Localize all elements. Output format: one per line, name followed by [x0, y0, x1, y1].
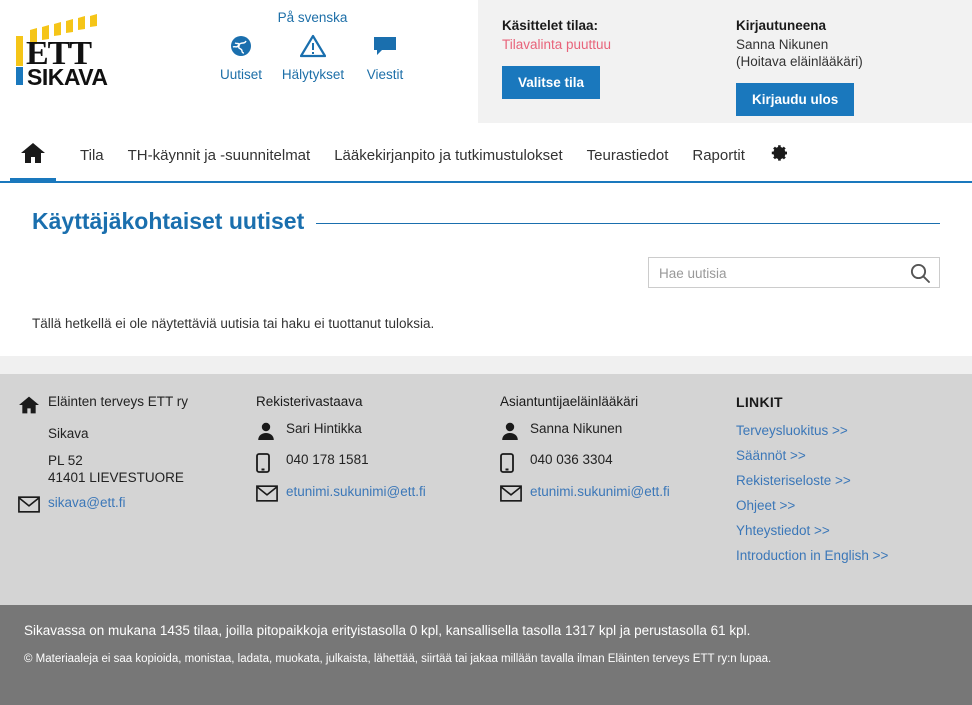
- footer-specialist-phone: 040 036 3304: [530, 452, 613, 467]
- select-farm-button[interactable]: Valitse tila: [502, 66, 601, 99]
- session-info-panel: Käsittelet tilaa: Tilavalinta puuttuu Va…: [478, 0, 972, 123]
- nav-item-settings[interactable]: [757, 143, 801, 168]
- search-input[interactable]: [649, 258, 906, 289]
- footer-column-links: LINKIT Terveysluokitus >> Säännöt >> Rek…: [736, 394, 966, 573]
- logged-in-user-name: Sanna Nikunen: [736, 37, 829, 52]
- header-link-label: Uutiset: [219, 67, 263, 82]
- footer-address-line1: PL 52: [48, 453, 83, 468]
- search-icon[interactable]: [909, 262, 931, 284]
- language-switch-link[interactable]: På svenska: [205, 10, 420, 25]
- nav-item-th-kaynnit[interactable]: TH-käynnit ja -suunnitelmat: [116, 147, 323, 164]
- footer-links-list: Terveysluokitus >> Säännöt >> Rekisteris…: [736, 423, 966, 563]
- footer-link-introduction-english[interactable]: Introduction in English >>: [736, 548, 966, 563]
- warning-triangle-icon: [277, 31, 349, 61]
- home-icon: [18, 394, 48, 415]
- footer-registrar-phone-row: 040 178 1581: [256, 452, 500, 473]
- footer-registrar-email-row[interactable]: etunimi.sukunimi@ett.fi: [256, 484, 500, 502]
- header-link-label: Hälytykset: [281, 67, 345, 82]
- main-navigation: Tila TH-käynnit ja -suunnitelmat Lääkeki…: [0, 130, 972, 183]
- envelope-icon: [256, 484, 286, 502]
- footer-spacer: [0, 356, 972, 374]
- header-icon-row: Uutiset Hälytykset Viestit: [205, 31, 445, 82]
- envelope-icon: [18, 495, 48, 513]
- footer-org-name: Eläinten terveys ETT ry: [48, 394, 189, 409]
- nav-item-tila[interactable]: Tila: [68, 147, 116, 164]
- footer-service-name: Sikava: [48, 426, 89, 441]
- footer-registrar-person-row: Sari Hintikka: [256, 421, 500, 441]
- nav-item-teurastiedot[interactable]: Teurastiedot: [575, 147, 681, 164]
- current-farm-value: Tilavalinta puuttuu: [502, 37, 612, 52]
- footer-link-rekisteriseloste[interactable]: Rekisteriseloste >>: [736, 473, 966, 488]
- logged-in-user-role: (Hoitava eläinlääkäri): [736, 54, 863, 69]
- footer-column-organization: Eläinten terveys ETT ry Sikava PL 52 414…: [18, 394, 256, 573]
- footer-registrar-heading: Rekisterivastaava: [256, 394, 363, 409]
- footer-org-row: Eläinten terveys ETT ry: [18, 394, 256, 415]
- footer-specialist-name: Sanna Nikunen: [530, 421, 623, 436]
- footer-specialist-phone-row: 040 036 3304: [500, 452, 736, 473]
- envelope-icon: [500, 484, 530, 502]
- footer-address-line2: 41401 LIEVESTUORE: [48, 470, 184, 485]
- title-divider: [316, 223, 940, 224]
- footer-specialist-email-row[interactable]: etunimi.sukunimi@ett.fi: [500, 484, 736, 502]
- search-row: [32, 257, 940, 289]
- footer-column-specialist: Asiantuntijaeläinlääkäri Sanna Nikunen 0…: [500, 394, 736, 573]
- logout-button[interactable]: Kirjaudu ulos: [736, 83, 855, 116]
- header-link-uutiset[interactable]: Uutiset: [205, 31, 277, 82]
- header-quicklinks: På svenska Uutiset Hälytykset Viestit: [205, 10, 445, 82]
- news-search-box[interactable]: [648, 257, 940, 289]
- header-link-label: Viestit: [366, 67, 404, 82]
- copyright-text: © Materiaaleja ei saa kopioida, monistaa…: [24, 653, 772, 665]
- mobile-phone-icon: [500, 452, 530, 473]
- speech-bubble-icon: [349, 31, 421, 61]
- page-title-row: Käyttäjäkohtaiset uutiset: [32, 183, 940, 235]
- footer-link-saannot[interactable]: Säännöt >>: [736, 448, 966, 463]
- footer-specialist-person-row: Sanna Nikunen: [500, 421, 736, 441]
- footer-email-row[interactable]: sikava@ett.fi: [18, 495, 256, 513]
- footer-link-yhteystiedot[interactable]: Yhteystiedot >>: [736, 523, 966, 538]
- mobile-phone-icon: [256, 452, 286, 473]
- page-title: Käyttäjäkohtaiset uutiset: [32, 208, 305, 234]
- sikava-ett-logo[interactable]: ETT SIKAVA: [8, 14, 120, 90]
- globe-icon: [205, 31, 277, 61]
- current-farm-label: Käsittelet tilaa:: [502, 18, 599, 33]
- header-link-halytykset[interactable]: Hälytykset: [277, 31, 349, 82]
- person-icon: [256, 421, 286, 441]
- main-content: Käyttäjäkohtaiset uutiset Tällä hetkellä…: [0, 183, 972, 356]
- page-footer: Eläinten terveys ETT ry Sikava PL 52 414…: [0, 374, 972, 605]
- logged-in-label: Kirjautuneena: [736, 18, 827, 33]
- footer-link-ohjeet[interactable]: Ohjeet >>: [736, 498, 966, 513]
- nav-item-home[interactable]: [10, 130, 56, 183]
- footer-specialist-email-link[interactable]: etunimi.sukunimi@ett.fi: [530, 484, 670, 499]
- footer-link-terveysluokitus[interactable]: Terveysluokitus >>: [736, 423, 966, 438]
- status-bar: Sikavassa on mukana 1435 tilaa, joilla p…: [0, 605, 972, 705]
- logged-user-block: Kirjautuneena Sanna Nikunen (Hoitava elä…: [736, 18, 966, 116]
- footer-column-registrar: Rekisterivastaava Sari Hintikka 040 178 …: [256, 394, 500, 573]
- header-link-viestit[interactable]: Viestit: [349, 31, 421, 82]
- footer-links-heading: LINKIT: [736, 394, 783, 410]
- nav-item-laakekirjanpito[interactable]: Lääkekirjanpito ja tutkimustulokset: [322, 147, 574, 164]
- footer-registrar-email-link[interactable]: etunimi.sukunimi@ett.fi: [286, 484, 426, 499]
- footer-registrar-phone: 040 178 1581: [286, 452, 369, 467]
- gear-icon: [769, 143, 789, 168]
- footer-registrar-name: Sari Hintikka: [286, 421, 362, 436]
- nav-item-raportit[interactable]: Raportit: [680, 147, 757, 164]
- svg-text:SIKAVA: SIKAVA: [27, 64, 108, 88]
- page-header: ETT SIKAVA På svenska Uutiset Hälytykset…: [0, 0, 972, 130]
- person-icon: [500, 421, 530, 441]
- current-farm-block: Käsittelet tilaa: Tilavalinta puuttuu Va…: [502, 18, 736, 116]
- footer-address: PL 52 41401 LIEVESTUORE: [48, 452, 256, 486]
- home-icon: [20, 141, 46, 170]
- footer-specialist-heading: Asiantuntijaeläinlääkäri: [500, 394, 639, 409]
- statistics-text: Sikavassa on mukana 1435 tilaa, joilla p…: [24, 623, 751, 638]
- empty-state-message: Tällä hetkellä ei ole näytettäviä uutisi…: [32, 316, 435, 331]
- footer-email-link[interactable]: sikava@ett.fi: [48, 495, 125, 510]
